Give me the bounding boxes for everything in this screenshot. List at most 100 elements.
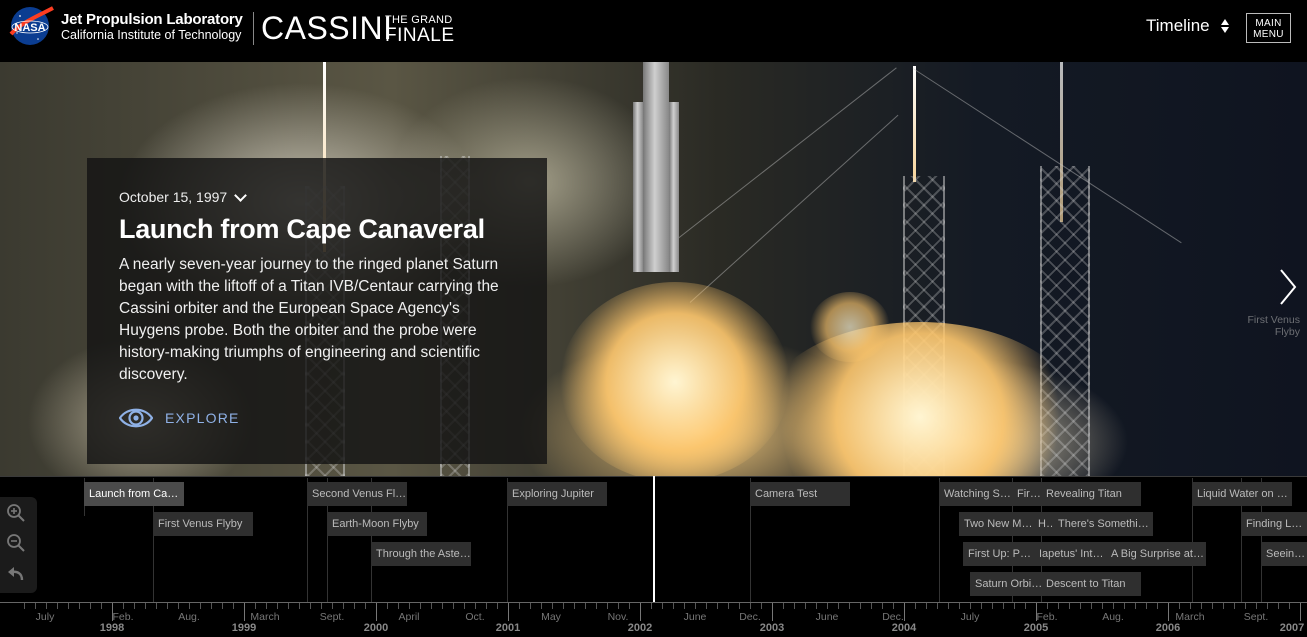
axis-year-tick [508, 603, 509, 621]
timeline-event[interactable]: Second Venus Flyby [307, 482, 407, 506]
axis-month-label: May [541, 611, 561, 623]
axis-month-tick [343, 603, 344, 609]
timeline-event[interactable]: Watching Saturn [939, 482, 1013, 506]
axis-month-tick [1014, 603, 1015, 609]
axis-month-tick [1245, 603, 1246, 609]
axis-month-tick [871, 603, 872, 609]
mission-name[interactable]: CASSINI [261, 8, 393, 48]
timeline-event[interactable]: Launch from Cape Canaveral [84, 482, 184, 506]
eye-icon [119, 408, 153, 428]
guy-wire [659, 67, 897, 253]
axis-month-tick [816, 603, 817, 609]
axis-month-tick [1069, 603, 1070, 609]
axis-month-tick [178, 603, 179, 609]
zoom-out-icon[interactable] [6, 533, 26, 553]
axis-year-label: 2007 [1279, 622, 1305, 634]
axis-month-label: Dec. [739, 611, 761, 623]
axis-month-tick [552, 603, 553, 609]
axis-month-tick [464, 603, 465, 609]
axis-month-tick [156, 603, 157, 609]
axis-month-tick [717, 603, 718, 609]
exhaust-cloud [560, 282, 790, 476]
axis-month-tick [101, 603, 102, 609]
axis-year-label: 1999 [231, 622, 257, 634]
nasa-logo[interactable]: NASA [8, 6, 54, 46]
axis-month-tick [1289, 603, 1290, 609]
timeline-event[interactable]: There's Something About Enceladus [1053, 512, 1153, 536]
axis-month-tick [915, 603, 916, 609]
axis-month-tick [387, 603, 388, 609]
axis-month-tick [992, 603, 993, 609]
axis-month-tick [574, 603, 575, 609]
axis-year-label: 2002 [627, 622, 653, 634]
event-description: A nearly seven-year journey to the ringe… [119, 256, 499, 383]
undo-icon[interactable] [6, 564, 26, 584]
axis-month-label: July [35, 611, 55, 623]
timeline-event[interactable]: Iapetus' Interesting Ridge [1037, 542, 1107, 566]
timeline-event[interactable]: First Venus Flyby [153, 512, 253, 536]
timeline-event[interactable]: Liquid Water on Enceladus [1192, 482, 1292, 506]
event-info-card: October 15, 1997 Launch from Cape Canave… [87, 158, 547, 464]
axis-month-tick [486, 603, 487, 609]
axis-month-tick [948, 603, 949, 609]
explore-label: EXPLORE [165, 410, 240, 426]
explore-button[interactable]: EXPLORE [119, 406, 240, 430]
axis-month-tick [409, 603, 410, 609]
timeline-event[interactable]: A Big Surprise at Enceladus [1106, 542, 1206, 566]
axis-month-tick [1212, 603, 1213, 609]
axis-month-tick [761, 603, 762, 609]
axis-month-tick [1223, 603, 1224, 609]
axis-month-tick [607, 603, 608, 609]
axis-month-tick [618, 603, 619, 609]
axis-year-tick [904, 603, 905, 621]
timeline-axis [0, 602, 1307, 603]
timeline-event[interactable]: Saturn Orbit Insertion [970, 572, 1044, 596]
axis-month-tick [1267, 603, 1268, 609]
timeline-event[interactable]: First Up: Phoebe [963, 542, 1037, 566]
timeline-event[interactable]: Camera Test [750, 482, 850, 506]
axis-month-tick [1278, 603, 1279, 609]
exhaust-cloud [760, 322, 1080, 476]
timeline-event[interactable]: Descent to Titan [1041, 572, 1141, 596]
axis-month-label: Aug. [1102, 611, 1124, 623]
axis-month-tick [695, 603, 696, 609]
org-subtitle[interactable]: California Institute of Technology [61, 28, 241, 42]
timeline-event[interactable]: First Titan Flyby [1012, 482, 1041, 506]
lightning-mast [913, 66, 916, 182]
axis-year-label: 2005 [1023, 622, 1049, 634]
timeline-event[interactable]: Finding Lakes on Titan [1241, 512, 1307, 536]
axis-month-label: Nov. [607, 611, 629, 623]
event-title: Launch from Cape Canaveral [119, 214, 485, 244]
timeline-event[interactable]: Through the Asteroid Belt [371, 542, 471, 566]
timeline-event[interactable]: Huygens Release [1033, 512, 1055, 536]
timeline-event[interactable]: Seeing New Rings [1261, 542, 1307, 566]
main-menu-line2: MENU [1253, 29, 1284, 40]
axis-year-tick [640, 603, 641, 621]
timeline-event[interactable]: Exploring Jupiter [507, 482, 607, 506]
axis-month-tick [35, 603, 36, 609]
exhaust-cloud [810, 292, 890, 362]
next-event-arrow-icon[interactable] [1278, 268, 1298, 306]
axis-month-label: Oct. [465, 611, 485, 623]
org-title[interactable]: Jet Propulsion Laboratory [61, 11, 243, 28]
main-menu-button[interactable]: MAIN MENU [1246, 13, 1291, 43]
next-event-label[interactable]: First Venus Flyby [1230, 314, 1300, 338]
axis-month-tick [189, 603, 190, 609]
timeline-event[interactable]: Revealing Titan [1041, 482, 1141, 506]
axis-month-tick [453, 603, 454, 609]
timeline-panel: Launch from Cape Canaveral First Venus F… [0, 476, 1307, 637]
axis-month-tick [310, 603, 311, 609]
axis-month-tick [145, 603, 146, 609]
event-date-dropdown[interactable]: October 15, 1997 [119, 188, 248, 205]
sort-arrows-icon [1220, 18, 1230, 34]
axis-month-tick [1003, 603, 1004, 609]
axis-year-label: 2004 [891, 622, 917, 634]
axis-month-tick [68, 603, 69, 609]
axis-month-tick [332, 603, 333, 609]
timeline-event[interactable]: Two New Moons [959, 512, 1033, 536]
timeline-current-marker [653, 476, 655, 602]
zoom-in-icon[interactable] [6, 503, 26, 523]
timeline-event[interactable]: Earth-Moon Flyby [327, 512, 427, 536]
axis-month-label: Sept. [319, 611, 345, 623]
view-selector[interactable]: Timeline [1146, 16, 1230, 36]
